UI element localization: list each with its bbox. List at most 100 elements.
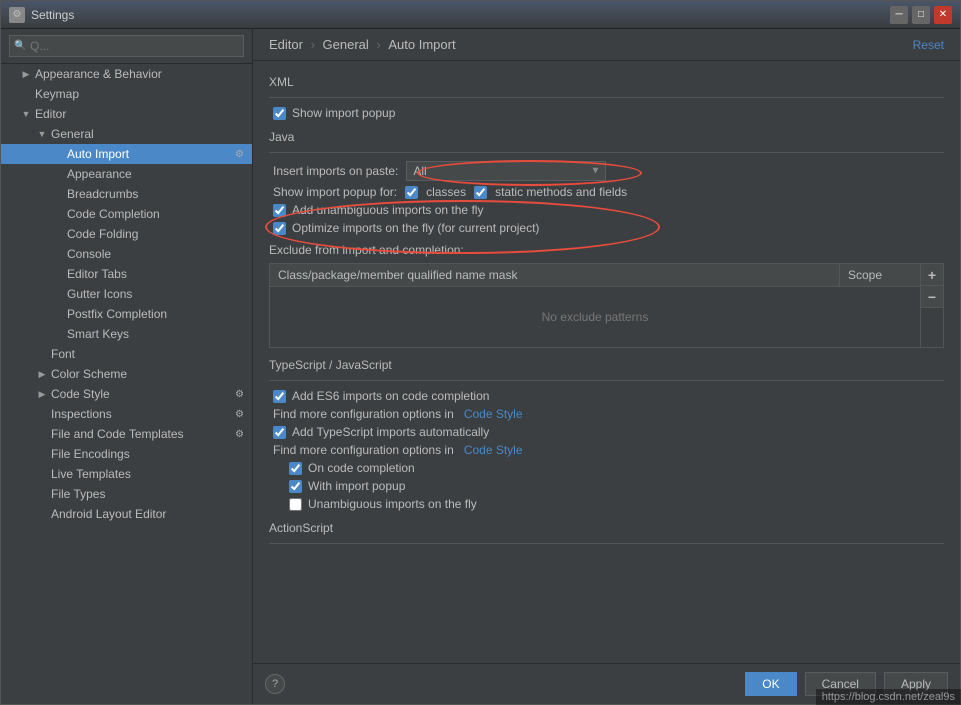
sidebar-item-file-code-templates[interactable]: File and Code Templates ⚙ <box>1 424 252 444</box>
static-methods-checkbox[interactable] <box>474 186 487 199</box>
reset-button[interactable]: Reset <box>913 38 944 52</box>
unambiguous-imports-label[interactable]: Unambiguous imports on the fly <box>308 497 477 511</box>
sidebar-item-color-scheme[interactable]: ▶ Color Scheme <box>1 364 252 384</box>
sidebar-item-font[interactable]: Font <box>1 344 252 364</box>
static-methods-label[interactable]: static methods and fields <box>495 185 627 199</box>
sidebar-item-general[interactable]: ▼ General <box>1 124 252 144</box>
sidebar-item-console[interactable]: Console <box>1 244 252 264</box>
sidebar-item-keymap[interactable]: Keymap <box>1 84 252 104</box>
sidebar-item-label: Breadcrumbs <box>67 187 138 201</box>
table-main: Class/package/member qualified name mask… <box>270 264 920 347</box>
exclude-label: Exclude from import and completion: <box>269 243 944 257</box>
table-tools: + − <box>920 264 943 347</box>
search-icon: 🔍 <box>14 41 26 52</box>
search-box: 🔍 <box>1 29 252 64</box>
no-patterns-text: No exclude patterns <box>542 310 649 324</box>
arrow-icon: ▶ <box>37 389 47 400</box>
sidebar-item-file-encodings[interactable]: File Encodings <box>1 444 252 464</box>
remove-pattern-button[interactable]: − <box>921 286 943 308</box>
unambiguous-imports-row: Unambiguous imports on the fly <box>269 497 944 511</box>
arrow-icon: ▼ <box>37 129 47 139</box>
window-title: Settings <box>31 8 890 22</box>
sidebar-item-label: Editor <box>35 107 66 121</box>
add-es6-label[interactable]: Add ES6 imports on code completion <box>292 389 489 403</box>
breadcrumb-bar: Editor › General › Auto Import Reset <box>253 29 960 61</box>
sidebar-item-editor[interactable]: ▼ Editor <box>1 104 252 124</box>
sidebar-item-appearance-behavior[interactable]: ▶ Appearance & Behavior <box>1 64 252 84</box>
code-style-link-1[interactable]: Code Style <box>464 407 523 421</box>
classes-checkbox[interactable] <box>405 186 418 199</box>
panel-content: XML Show import popup Java Insert import… <box>253 61 960 663</box>
sidebar-item-label: Console <box>67 247 111 261</box>
java-divider <box>269 152 944 153</box>
settings-icon: ⚙ <box>235 389 244 400</box>
insert-imports-select[interactable]: All Ask None <box>406 161 606 181</box>
sidebar-item-code-completion[interactable]: Code Completion <box>1 204 252 224</box>
minimize-button[interactable]: ─ <box>890 6 908 24</box>
sidebar-item-label: Android Layout Editor <box>51 507 166 521</box>
with-import-popup-label[interactable]: With import popup <box>308 479 405 493</box>
show-import-popup-checkbox[interactable] <box>273 107 286 120</box>
add-es6-checkbox[interactable] <box>273 390 286 403</box>
sidebar-item-code-style[interactable]: ▶ Code Style ⚙ <box>1 384 252 404</box>
sidebar-item-label: Code Completion <box>67 207 160 221</box>
on-code-completion-label[interactable]: On code completion <box>308 461 415 475</box>
add-unambiguous-checkbox[interactable] <box>273 204 286 217</box>
breadcrumb-sep2: › <box>376 37 384 52</box>
sidebar-item-file-types[interactable]: File Types <box>1 484 252 504</box>
sidebar-item-label: Postfix Completion <box>67 307 167 321</box>
sidebar-item-auto-import[interactable]: Auto Import ⚙ <box>1 144 252 164</box>
code-style-link-2[interactable]: Code Style <box>464 443 523 457</box>
optimize-imports-label[interactable]: Optimize imports on the fly (for current… <box>292 221 539 235</box>
sidebar-item-gutter-icons[interactable]: Gutter Icons <box>1 284 252 304</box>
close-button[interactable]: ✕ <box>934 6 952 24</box>
sidebar-item-label: Keymap <box>35 87 79 101</box>
sidebar-item-inspections[interactable]: Inspections ⚙ <box>1 404 252 424</box>
sidebar-item-breadcrumbs[interactable]: Breadcrumbs <box>1 184 252 204</box>
sidebar-item-smart-keys[interactable]: Smart Keys <box>1 324 252 344</box>
ok-button[interactable]: OK <box>745 672 796 696</box>
unambiguous-imports-checkbox[interactable] <box>289 498 302 511</box>
help-button[interactable]: ? <box>265 674 285 694</box>
add-unambiguous-label[interactable]: Add unambiguous imports on the fly <box>292 203 483 217</box>
sidebar-item-appearance[interactable]: Appearance <box>1 164 252 184</box>
on-code-completion-row: On code completion <box>269 461 944 475</box>
sidebar-item-label: Auto Import <box>67 147 129 161</box>
add-pattern-button[interactable]: + <box>921 264 943 286</box>
actionscript-divider <box>269 543 944 544</box>
with-import-popup-checkbox[interactable] <box>289 480 302 493</box>
actionscript-section-label: ActionScript <box>269 521 944 535</box>
settings-icon: ⚙ <box>235 409 244 420</box>
xml-divider <box>269 97 944 98</box>
find-more-2-row: Find more configuration options in Code … <box>269 443 944 457</box>
insert-imports-row: Insert imports on paste: All Ask None ▼ <box>269 161 944 181</box>
sidebar-item-postfix-completion[interactable]: Postfix Completion <box>1 304 252 324</box>
maximize-button[interactable]: □ <box>912 6 930 24</box>
sidebar-item-android-layout-editor[interactable]: Android Layout Editor <box>1 504 252 524</box>
sidebar-item-label: File and Code Templates <box>51 427 184 441</box>
sidebar-item-label: Live Templates <box>51 467 131 481</box>
classes-label[interactable]: classes <box>426 185 466 199</box>
breadcrumb-general: General <box>323 37 369 52</box>
table-body: No exclude patterns <box>270 287 920 347</box>
show-import-popup-for-row: Show import popup for: classes static me… <box>269 185 944 199</box>
sidebar-item-editor-tabs[interactable]: Editor Tabs <box>1 264 252 284</box>
add-typescript-label[interactable]: Add TypeScript imports automatically <box>292 425 489 439</box>
sidebar-item-label: File Encodings <box>51 447 130 461</box>
search-wrapper: 🔍 <box>9 35 244 57</box>
search-input[interactable] <box>9 35 244 57</box>
add-typescript-checkbox[interactable] <box>273 426 286 439</box>
breadcrumb: Editor › General › Auto Import <box>269 37 456 52</box>
sidebar-item-label: Appearance & Behavior <box>35 67 162 81</box>
bottom-left: ? <box>265 674 285 694</box>
settings-icon: ⚙ <box>235 429 244 440</box>
sidebar-item-live-templates[interactable]: Live Templates <box>1 464 252 484</box>
sidebar-item-code-folding[interactable]: Code Folding <box>1 224 252 244</box>
optimize-imports-row: Optimize imports on the fly (for current… <box>269 221 944 235</box>
show-import-popup-label[interactable]: Show import popup <box>292 106 395 120</box>
optimize-imports-checkbox[interactable] <box>273 222 286 235</box>
add-unambiguous-row: Add unambiguous imports on the fly <box>269 203 944 217</box>
on-code-completion-checkbox[interactable] <box>289 462 302 475</box>
breadcrumb-editor: Editor <box>269 37 303 52</box>
arrow-icon: ▶ <box>21 69 31 80</box>
